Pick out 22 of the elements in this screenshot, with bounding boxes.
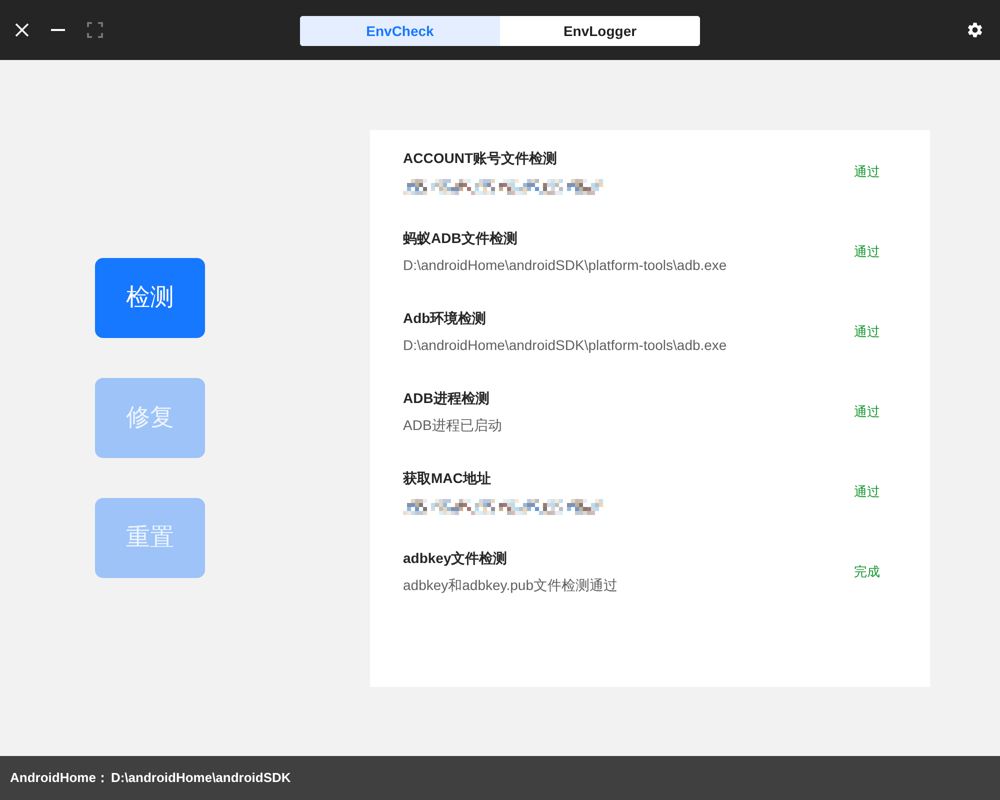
status-label: AndroidHome： bbox=[10, 769, 109, 788]
check-status: 通过 bbox=[854, 482, 880, 500]
check-title: Adb环境检测 bbox=[403, 309, 488, 328]
check-status: 通过 bbox=[854, 162, 880, 180]
check-title: ADB进程检测 bbox=[403, 389, 490, 408]
settings-icon[interactable] bbox=[966, 21, 984, 39]
check-title: 蚂蚁ADB文件检测 bbox=[403, 229, 518, 248]
status-value: D:\androidHome\androidSDK bbox=[110, 769, 291, 788]
action-button[interactable]: 检测 bbox=[95, 258, 205, 338]
tab[interactable]: EnvCheck bbox=[300, 16, 500, 46]
check-status: 完成 bbox=[854, 562, 880, 580]
check-detail: adbkey和adbkey.pub文件检测通过 bbox=[403, 576, 618, 595]
check-status: 通过 bbox=[854, 322, 880, 340]
check-detail: ADB进程已启动 bbox=[403, 416, 502, 435]
check-status: 通过 bbox=[854, 242, 880, 260]
check-status: 通过 bbox=[854, 402, 880, 420]
check-detail: D:\androidHome\androidSDK\platform-tools\adb.exe bbox=[403, 256, 727, 275]
check-title: ACCOUNT账号文件检测 bbox=[403, 148, 558, 168]
check-title: 获取MAC地址 bbox=[403, 468, 492, 488]
check-detail: D:\androidHome\androidSDK\platform-tools\adb.exe bbox=[403, 336, 727, 355]
close-icon[interactable] bbox=[15, 23, 29, 37]
check-title: adbkey文件检测 bbox=[403, 549, 508, 568]
